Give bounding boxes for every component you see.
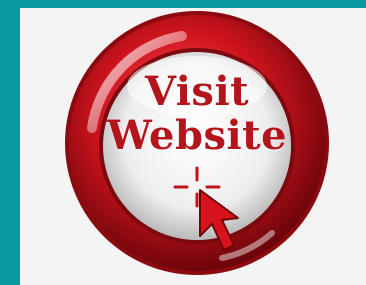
- teal-frame: Visit Website: [0, 0, 366, 285]
- mouse-pointer-arrow-icon: [199, 189, 239, 251]
- visit-website-button[interactable]: Visit Website: [62, 8, 332, 278]
